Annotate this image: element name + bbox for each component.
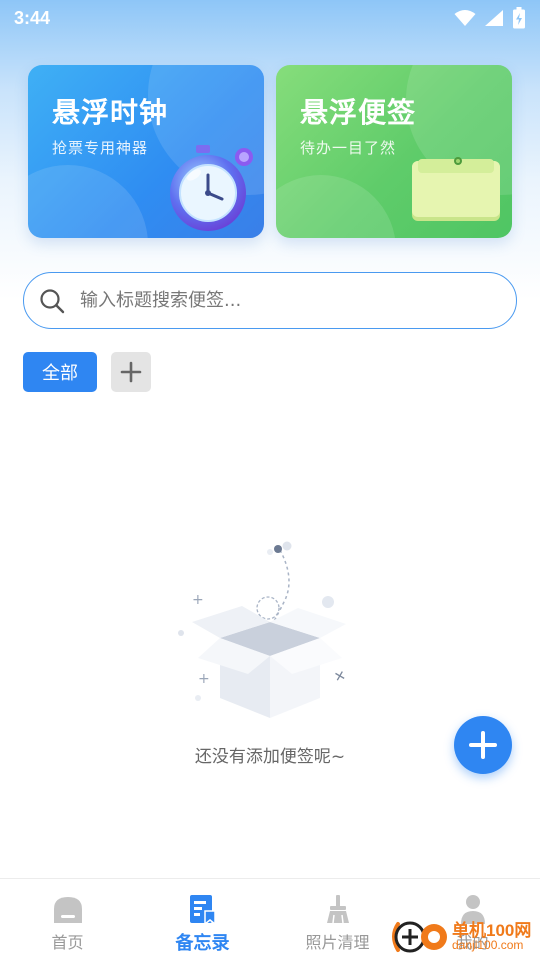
wifi-icon [454,10,476,26]
watermark-url: danji100.com [452,938,524,952]
nav-label: 首页 [51,933,84,952]
memo-icon [189,895,216,925]
nav-label: 备忘录 [175,933,230,954]
add-tag-button[interactable] [111,352,151,392]
decor-circle [276,175,396,238]
svg-text:+: + [329,664,350,687]
search-input[interactable] [80,290,516,311]
add-note-button[interactable] [454,716,512,774]
empty-box-icon: + + + [178,541,351,718]
status-bar: 3:44 [0,0,540,36]
sticky-note-icon [412,157,500,221]
decor-circle [28,165,148,238]
card-subtitle: 抢票专用神器 [52,139,149,157]
plus-icon [469,731,497,759]
card-subtitle: 待办一目了然 [300,139,397,157]
svg-text:+: + [192,592,204,608]
tag-all[interactable]: 全部 [23,352,97,392]
signal-icon [485,10,503,26]
search-bar[interactable] [23,272,517,329]
home-icon [53,897,82,923]
nav-item-photo-cleanup[interactable]: 照片清理 [270,879,405,960]
broom-icon [326,895,349,924]
watermark: 单机100网 danji100.com [388,914,538,960]
plus-icon [120,361,142,383]
watermark-logo-icon [392,921,447,953]
status-time: 3:44 [14,7,51,28]
search-icon [40,288,65,313]
floating-note-card[interactable]: 悬浮便签 待办一目了然 [276,65,512,238]
card-title: 悬浮便签 [300,96,417,129]
alarm-clock-icon [170,145,253,231]
battery-charging-icon [513,7,525,29]
nav-item-home[interactable]: 首页 [0,879,135,960]
nav-item-memo[interactable]: 备忘录 [135,879,270,960]
floating-clock-card[interactable]: 悬浮时钟 抢票专用神器 [28,65,264,238]
nav-label: 照片清理 [305,933,370,952]
svg-text:+: + [198,671,210,687]
status-icons [454,7,526,29]
card-title: 悬浮时钟 [52,96,169,129]
